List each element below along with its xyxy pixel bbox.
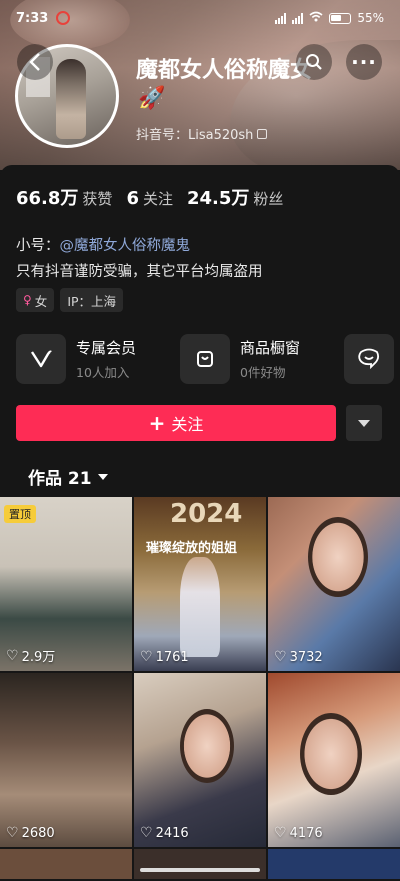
video-thumbnail[interactable]: ♡ 4176 xyxy=(268,673,400,847)
video-thumbnail[interactable] xyxy=(0,849,132,879)
alias-line: 小号：@魔都女人俗称魔鬼 xyxy=(16,234,190,255)
search-icon xyxy=(306,54,322,70)
like-count: ♡ 1761 xyxy=(140,649,189,665)
more-button[interactable]: ··· xyxy=(346,44,382,80)
video-thumbnail[interactable]: 2024 璀璨绽放的姐姐 ♡ 1761 xyxy=(134,497,266,671)
thumbnail-banner: 璀璨绽放的姐姐 xyxy=(146,541,238,556)
heart-icon: ♡ xyxy=(274,825,287,841)
thumbnail-year: 2024 xyxy=(170,499,243,529)
feature-subtitle: 0件好物 xyxy=(240,365,286,380)
follow-label: 关注 xyxy=(171,415,204,434)
video-thumbnail[interactable]: ♡ 2416 xyxy=(134,673,266,847)
membership-card[interactable]: 专属会员 10人加入 xyxy=(16,334,136,384)
douyin-id[interactable]: 抖音号：Lisa520sh xyxy=(136,124,268,143)
video-thumbnail[interactable] xyxy=(268,849,400,879)
like-count: ♡ 3732 xyxy=(274,649,323,665)
more-icon: ··· xyxy=(351,50,377,74)
pinned-badge: 置顶 xyxy=(4,505,36,523)
alias-prefix: 小号： xyxy=(16,238,60,254)
like-count: ♡ 2.9万 xyxy=(6,647,56,666)
profile-bio: 只有抖音谨防受骗，其它平台均属盗用 xyxy=(16,264,263,280)
profile-tags: ♀ 女 IP：上海 xyxy=(16,288,124,312)
plus-icon: + xyxy=(148,411,166,435)
heart-icon: ♡ xyxy=(6,647,19,664)
chat-icon xyxy=(358,348,380,370)
video-grid: 置顶 ♡ 2.9万 2024 璀璨绽放的姐姐 ♡ 1761 ♡ 3732 ♡ 2680 … xyxy=(0,497,400,879)
search-button[interactable] xyxy=(296,44,332,80)
heart-icon: ♡ xyxy=(6,825,19,841)
home-indicator[interactable] xyxy=(140,868,260,872)
follow-button[interactable]: + 关注 xyxy=(16,405,336,441)
stat-likes[interactable]: 66.8万 获赞 xyxy=(16,184,112,210)
feature-title: 商品橱窗 xyxy=(240,339,301,357)
video-thumbnail[interactable] xyxy=(134,849,266,879)
like-count: ♡ 4176 xyxy=(274,825,323,841)
battery-icon xyxy=(329,12,352,24)
like-count: ♡ 2680 xyxy=(6,825,55,841)
triangle-down-icon xyxy=(97,473,108,480)
gender-tag: ♀ 女 xyxy=(16,288,55,312)
douyin-id-text: 抖音号：Lisa520sh xyxy=(136,128,254,143)
tab-works[interactable]: 作品 21 xyxy=(28,464,108,489)
video-thumbnail[interactable]: ♡ 3732 xyxy=(268,497,400,671)
profile-stats: 66.8万 获赞 6 关注 24.5万 粉丝 xyxy=(16,184,283,210)
battery-level: 55 xyxy=(357,11,373,25)
stat-following[interactable]: 6 关注 xyxy=(126,188,173,209)
ip-tag: IP：上海 xyxy=(60,288,124,312)
stat-followers[interactable]: 24.5万 粉丝 xyxy=(187,184,283,210)
back-button[interactable] xyxy=(17,44,53,80)
like-count: ♡ 2416 xyxy=(140,825,189,841)
signal-icon xyxy=(292,12,304,24)
heart-icon: ♡ xyxy=(140,649,153,665)
feature-title: 专属会员 xyxy=(76,339,137,357)
video-thumbnail[interactable]: 置顶 ♡ 2.9万 xyxy=(0,497,132,671)
signal-icon xyxy=(275,12,287,24)
female-icon: ♀ xyxy=(23,293,32,307)
video-thumbnail[interactable]: ♡ 2680 xyxy=(0,673,132,847)
chevron-left-icon xyxy=(29,53,40,71)
copy-icon[interactable] xyxy=(257,128,268,139)
name-emoji: 🚀 xyxy=(138,86,166,111)
feature-subtitle: 10人加入 xyxy=(76,365,130,380)
record-icon xyxy=(56,11,71,25)
heart-icon: ♡ xyxy=(140,825,153,841)
v-icon xyxy=(16,334,66,384)
profile-name: 魔都女人俗称魔女 xyxy=(136,58,313,83)
status-bar: 7:33 55% xyxy=(16,10,384,26)
works-tab-label: 作品 21 xyxy=(28,469,92,489)
message-button[interactable] xyxy=(344,334,394,384)
bag-icon xyxy=(180,334,230,384)
alias-link[interactable]: @魔都女人俗称魔鬼 xyxy=(60,238,191,254)
wifi-icon xyxy=(309,11,323,25)
recommend-dropdown-button[interactable] xyxy=(346,405,382,441)
shop-window-card[interactable]: 商品橱窗 0件好物 xyxy=(180,334,300,384)
heart-icon: ♡ xyxy=(274,649,287,665)
status-time: 7:33 xyxy=(16,10,49,26)
triangle-down-icon xyxy=(358,419,370,427)
